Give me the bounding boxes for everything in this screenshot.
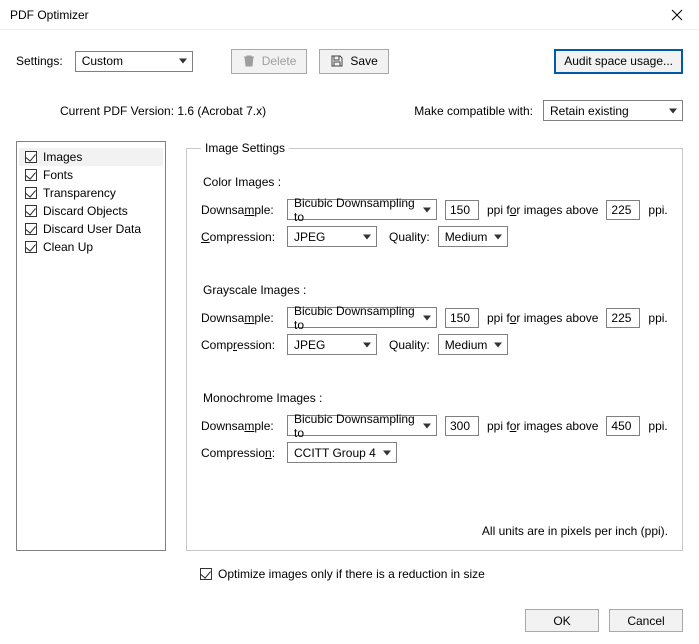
sidebar-item-label: Clean Up — [43, 240, 93, 254]
units-note: All units are in pixels per inch (ppi). — [482, 524, 668, 538]
ppi-suffix: ppi. — [648, 311, 667, 325]
sidebar-item-discard-user-data[interactable]: Discard User Data — [19, 220, 163, 238]
sidebar-item-transparency[interactable]: Transparency — [19, 184, 163, 202]
color-downsample-ppi-input[interactable] — [445, 200, 479, 220]
close-icon — [671, 9, 683, 21]
cancel-button[interactable]: Cancel — [609, 609, 683, 632]
color-above-ppi-input[interactable] — [606, 200, 640, 220]
color-downsample-row: Downsample: Bicubic Downsampling to ppi … — [201, 199, 668, 220]
checkbox-icon[interactable] — [25, 205, 37, 217]
delete-button: Delete — [231, 49, 308, 74]
ppi-for-images-above-label: ppi for images above — [487, 311, 598, 325]
dialog-buttons: OK Cancel — [525, 609, 683, 632]
color-compression-select[interactable]: JPEG — [287, 226, 377, 247]
toolbar: Settings: Custom Delete Save Audit space… — [16, 40, 683, 82]
sidebar-item-fonts[interactable]: Fonts — [19, 166, 163, 184]
downsample-label: Downsample: — [201, 203, 279, 217]
settings-label: Settings: — [16, 54, 63, 68]
color-quality-select[interactable]: Medium — [438, 226, 508, 247]
quality-label: Quality: — [389, 230, 430, 244]
mono-downsample-select[interactable]: Bicubic Downsampling to — [287, 415, 437, 436]
compression-label: Compression: — [201, 338, 279, 352]
gray-downsample-ppi-input[interactable] — [445, 308, 479, 328]
mono-above-ppi-input[interactable] — [606, 416, 640, 436]
compression-label: Compression: — [201, 230, 279, 244]
image-settings-legend: Image Settings — [201, 141, 289, 155]
ppi-for-images-above-label: ppi for images above — [487, 419, 598, 433]
settings-select[interactable]: Custom — [75, 51, 193, 72]
checkbox-icon[interactable] — [25, 241, 37, 253]
checkbox-icon[interactable] — [25, 187, 37, 199]
color-images-title: Color Images : — [203, 175, 668, 189]
downsample-label: Downsample: — [201, 311, 279, 325]
gray-downsample-select[interactable]: Bicubic Downsampling to — [287, 307, 437, 328]
close-button[interactable] — [655, 0, 699, 30]
gray-compression-row: Compression: JPEG Quality: Medium — [201, 334, 668, 355]
sidebar-item-discard-objects[interactable]: Discard Objects — [19, 202, 163, 220]
sidebar-item-clean-up[interactable]: Clean Up — [19, 238, 163, 256]
mono-compression-row: Compression: CCITT Group 4 — [201, 442, 668, 463]
monochrome-images-title: Monochrome Images : — [203, 391, 668, 405]
sidebar-item-images[interactable]: Images — [19, 148, 163, 166]
make-compatible-select[interactable]: Retain existing — [543, 100, 683, 121]
color-compression-row: Compression: JPEG Quality: Medium — [201, 226, 668, 247]
checkbox-icon[interactable] — [25, 223, 37, 235]
make-compatible-label: Make compatible with: — [414, 104, 533, 118]
gray-downsample-row: Downsample: Bicubic Downsampling to ppi … — [201, 307, 668, 328]
optimize-only-checkbox[interactable] — [200, 568, 212, 580]
category-list: Images Fonts Transparency Discard Object… — [16, 141, 166, 551]
grayscale-images-title: Grayscale Images : — [203, 283, 668, 297]
title-bar: PDF Optimizer — [0, 0, 699, 30]
gray-quality-select[interactable]: Medium — [438, 334, 508, 355]
trash-icon — [242, 54, 256, 68]
checkbox-icon[interactable] — [25, 151, 37, 163]
sidebar-item-label: Discard Objects — [43, 204, 128, 218]
sidebar-item-label: Transparency — [43, 186, 116, 200]
sidebar-item-label: Images — [43, 150, 82, 164]
current-pdf-version: Current PDF Version: 1.6 (Acrobat 7.x) — [60, 104, 266, 118]
compression-label: Compression: — [201, 446, 279, 460]
window-title: PDF Optimizer — [10, 8, 655, 22]
downsample-label: Downsample: — [201, 419, 279, 433]
sidebar-item-label: Discard User Data — [43, 222, 141, 236]
color-downsample-select[interactable]: Bicubic Downsampling to — [287, 199, 437, 220]
mono-downsample-ppi-input[interactable] — [445, 416, 479, 436]
image-settings-group: Image Settings Color Images : Downsample… — [186, 141, 683, 551]
gray-compression-select[interactable]: JPEG — [287, 334, 377, 355]
audit-space-usage-button[interactable]: Audit space usage... — [554, 49, 683, 74]
gray-above-ppi-input[interactable] — [606, 308, 640, 328]
version-row: Current PDF Version: 1.6 (Acrobat 7.x) M… — [16, 100, 683, 121]
ok-button[interactable]: OK — [525, 609, 599, 632]
save-icon — [330, 54, 344, 68]
checkbox-icon[interactable] — [25, 169, 37, 181]
save-button[interactable]: Save — [319, 49, 388, 74]
ppi-suffix: ppi. — [648, 419, 667, 433]
settings-value: Custom — [82, 54, 123, 68]
sidebar-item-label: Fonts — [43, 168, 73, 182]
mono-compression-select[interactable]: CCITT Group 4 — [287, 442, 397, 463]
optimize-only-row: Optimize images only if there is a reduc… — [200, 567, 683, 581]
make-compatible-value: Retain existing — [550, 104, 629, 118]
mono-downsample-row: Downsample: Bicubic Downsampling to ppi … — [201, 415, 668, 436]
ppi-suffix: ppi. — [648, 203, 667, 217]
optimize-only-label: Optimize images only if there is a reduc… — [218, 567, 485, 581]
ppi-for-images-above-label: ppi for images above — [487, 203, 598, 217]
quality-label: Quality: — [389, 338, 430, 352]
